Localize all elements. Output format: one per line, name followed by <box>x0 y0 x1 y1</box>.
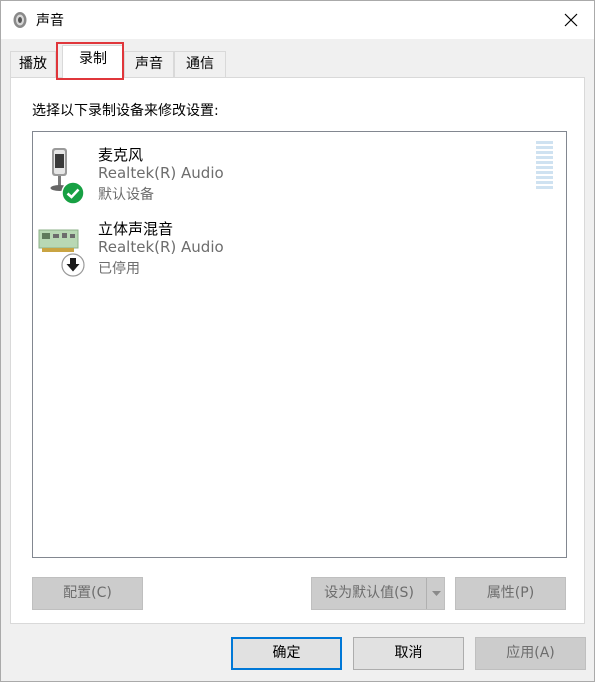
set-default-dropdown[interactable] <box>426 578 445 609</box>
title-bar: 声音 <box>1 1 594 39</box>
speaker-icon <box>13 12 27 28</box>
tab-communications[interactable]: 通信 <box>174 51 226 77</box>
cancel-button[interactable]: 取消 <box>353 637 464 670</box>
sound-card-icon <box>38 229 79 252</box>
device-microphone[interactable]: 麦克风 Realtek(R) Audio 默认设备 <box>33 143 533 213</box>
instruction-text: 选择以下录制设备来修改设置: <box>32 103 219 119</box>
device-status: 默认设备 <box>98 187 154 203</box>
close-button[interactable] <box>548 1 594 39</box>
device-name: 立体声混音 <box>98 220 174 238</box>
device-name: 麦克风 <box>98 146 144 164</box>
down-arrow-badge-icon <box>61 253 85 277</box>
sound-dialog: 声音 播放 录制 声音 通信 选择以下录制设备来修改设置: 麦克风 Realte… <box>0 0 595 682</box>
tab-sounds[interactable]: 声音 <box>124 51 174 77</box>
chevron-down-icon <box>431 591 441 596</box>
properties-button[interactable]: 属性(P) <box>455 577 566 610</box>
window-title: 声音 <box>36 13 64 29</box>
apply-button[interactable]: 应用(A) <box>475 637 586 670</box>
device-driver: Realtek(R) Audio <box>98 238 224 256</box>
tab-playback[interactable]: 播放 <box>10 51 56 77</box>
level-meter-icon <box>536 141 553 189</box>
ok-button[interactable]: 确定 <box>231 637 342 670</box>
device-driver: Realtek(R) Audio <box>98 164 224 182</box>
recording-panel: 选择以下录制设备来修改设置: 麦克风 Realtek(R) Audio 默认设备 <box>10 77 585 624</box>
check-badge-icon <box>61 181 85 205</box>
tab-recording[interactable]: 录制 <box>62 45 124 78</box>
close-icon <box>564 13 578 27</box>
set-default-button[interactable]: 设为默认值(S) <box>311 577 445 610</box>
device-stereo-mix[interactable]: 立体声混音 Realtek(R) Audio 已停用 <box>33 217 533 287</box>
device-list[interactable]: 麦克风 Realtek(R) Audio 默认设备 立体声混音 Realtek(… <box>32 131 567 558</box>
configure-button[interactable]: 配置(C) <box>32 577 143 610</box>
device-status: 已停用 <box>98 261 140 277</box>
